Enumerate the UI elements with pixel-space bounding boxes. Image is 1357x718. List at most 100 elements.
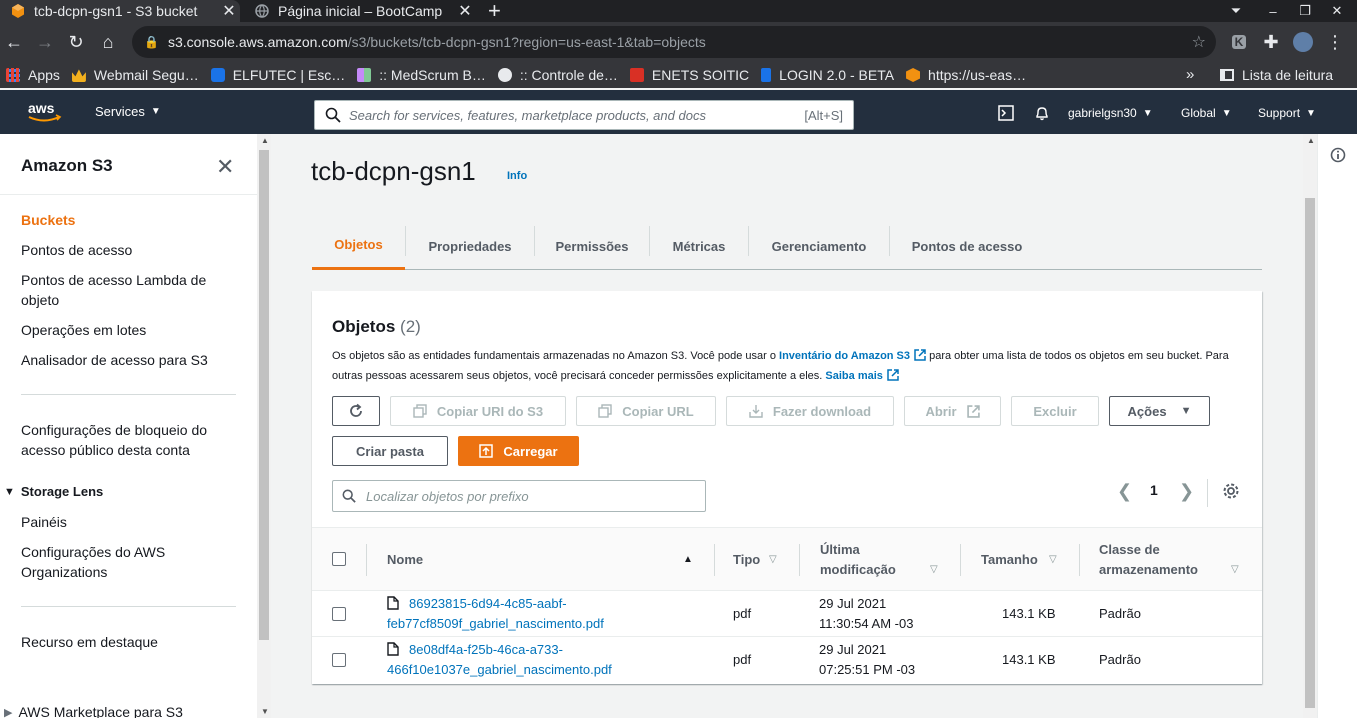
prefix-search-input[interactable]: Localizar objetos por prefixo — [332, 480, 706, 512]
sort-ascending-icon[interactable]: ▲ — [683, 554, 693, 565]
scroll-up-icon[interactable]: ▲ — [261, 136, 269, 145]
back-arrow-icon[interactable]: ← — [2, 30, 26, 54]
bookmark-apps[interactable]: Apps — [6, 67, 60, 83]
sidebar-item-buckets[interactable]: Buckets — [21, 210, 231, 230]
copy-s3-uri-button[interactable]: Copiar URI do S3 — [390, 396, 566, 426]
browser-toolbar: ← → ↻ ⌂ 🔒 s3.console.aws.amazon.com/s3/b… — [0, 22, 1357, 62]
extension-k-icon[interactable]: K — [1227, 30, 1251, 54]
column-size[interactable]: Tamanho — [981, 550, 1038, 570]
object-storage-class: Padrão — [1099, 652, 1141, 667]
bookmark-login[interactable]: LOGIN 2.0 - BETA — [761, 67, 894, 83]
scroll-up-icon[interactable]: ▲ — [1307, 136, 1315, 145]
column-last-modified[interactable]: Última modificação — [820, 540, 896, 580]
inventory-link[interactable]: Inventário do Amazon S3 — [779, 350, 910, 362]
caret-down-icon: ▼ — [1142, 107, 1153, 119]
page-number[interactable]: 1 — [1150, 482, 1158, 498]
scrollbar-thumb[interactable] — [1305, 198, 1315, 708]
sort-icon[interactable]: ▽ — [1049, 554, 1057, 565]
tab-properties[interactable]: Propriedades — [406, 222, 534, 270]
object-name-link[interactable]: 86923815-6d94-4c85-aabf- feb77cf8509f_ga… — [387, 594, 707, 634]
tab-objects[interactable]: Objetos — [312, 222, 405, 270]
profile-dropdown-icon[interactable]: ⏷ — [1221, 0, 1251, 22]
sidebar-item-marketplace[interactable]: ▶ AWS Marketplace para S3 — [4, 704, 183, 718]
maximize-icon[interactable]: ❐ — [1290, 0, 1320, 22]
close-window-icon[interactable]: ✕ — [1322, 0, 1352, 22]
cloudshell-icon[interactable] — [998, 105, 1014, 121]
bookmark-enets[interactable]: ENETS SOITIC — [629, 67, 749, 83]
column-name[interactable]: Nome — [387, 550, 423, 570]
sort-icon[interactable]: ▽ — [1231, 564, 1239, 575]
kebab-menu-icon[interactable]: ⋮ — [1323, 30, 1347, 54]
minimize-icon[interactable]: – — [1258, 0, 1288, 22]
bookmark-webmail[interactable]: Webmail Segu… — [71, 67, 199, 83]
chevron-left-icon[interactable]: ❮ — [1117, 481, 1132, 502]
sidebar-item-block-public-access[interactable]: Configurações de bloqueio do acesso públ… — [21, 420, 231, 460]
info-icon[interactable] — [1330, 147, 1346, 163]
tab-access-points[interactable]: Pontos de acesso — [890, 222, 1044, 270]
scroll-down-icon[interactable]: ▼ — [261, 707, 269, 716]
bookmark-us-east[interactable]: https://us-eas… — [906, 67, 1026, 83]
tab-permissions[interactable]: Permissões — [535, 222, 649, 270]
main-scrollbar[interactable]: ▲ — [1303, 134, 1317, 718]
upload-icon — [479, 444, 494, 458]
select-all-checkbox[interactable] — [332, 552, 346, 566]
sidebar-item-featured[interactable]: Recurso em destaque — [21, 632, 231, 652]
actions-dropdown[interactable]: Ações ▼ — [1109, 396, 1210, 426]
region-menu[interactable]: Global ▼ — [1181, 106, 1232, 120]
aws-search-input[interactable]: Search for services, features, marketpla… — [314, 100, 854, 130]
bookmark-medscrum[interactable]: :: MedScrum B… — [357, 67, 486, 83]
avatar[interactable] — [1291, 30, 1315, 54]
sidebar-item-access-points[interactable]: Pontos de acesso — [21, 240, 231, 260]
address-bar[interactable]: 🔒 s3.console.aws.amazon.com/s3/buckets/t… — [132, 26, 1216, 58]
reload-icon[interactable]: ↻ — [64, 30, 88, 54]
gear-icon[interactable] — [1222, 482, 1240, 500]
sort-icon[interactable]: ▽ — [769, 554, 777, 565]
home-icon[interactable]: ⌂ — [96, 30, 120, 54]
info-link[interactable]: Info — [507, 170, 527, 182]
column-storage-class[interactable]: Classe de armazenamento — [1099, 540, 1198, 580]
delete-button[interactable]: Excluir — [1011, 396, 1099, 426]
row-checkbox[interactable] — [332, 607, 346, 621]
column-type[interactable]: Tipo — [733, 550, 760, 570]
sidebar-item-dashboards[interactable]: Painéis — [21, 512, 231, 532]
reading-list-button[interactable]: Lista de leitura — [1220, 62, 1333, 88]
bell-icon[interactable] — [1034, 105, 1050, 121]
extensions-puzzle-icon[interactable]: ✚ — [1259, 30, 1283, 54]
services-menu[interactable]: Services ▼ — [95, 104, 161, 119]
upload-button[interactable]: Carregar — [458, 436, 579, 466]
close-icon[interactable]: ✕ — [216, 154, 234, 180]
refresh-button[interactable] — [332, 396, 380, 426]
sidebar-scrollbar[interactable]: ▲ ▼ — [257, 134, 271, 718]
sort-icon[interactable]: ▽ — [930, 564, 938, 575]
tab-management[interactable]: Gerenciamento — [749, 222, 889, 270]
user-menu[interactable]: gabrielgsn30 ▼ — [1068, 106, 1153, 120]
chevron-right-icon[interactable]: ❯ — [1179, 481, 1194, 502]
bookmark-star-icon[interactable]: ☆ — [1192, 32, 1206, 52]
sidebar-section-storage-lens[interactable]: ▼ Storage Lens — [4, 484, 103, 499]
bookmark-controle[interactable]: :: Controle de… — [497, 67, 618, 83]
tab-metrics[interactable]: Métricas — [650, 222, 748, 270]
tab-title: tcb-dcpn-gsn1 - S3 bucket — [34, 3, 198, 19]
object-name-link[interactable]: 8e08df4a-f25b-46ca-a733- 466f10e1037e_ga… — [387, 640, 707, 680]
close-tab-icon[interactable]: ✕ — [218, 1, 240, 21]
scrollbar-thumb[interactable] — [259, 150, 269, 640]
sidebar-item-lambda-access-points[interactable]: Pontos de acesso Lambda de objeto — [21, 270, 231, 310]
support-menu[interactable]: Support ▼ — [1258, 106, 1316, 120]
aws-logo[interactable]: aws — [27, 100, 63, 124]
sidebar-item-batch-operations[interactable]: Operações em lotes — [21, 320, 231, 340]
close-tab-icon[interactable]: ✕ — [454, 1, 476, 21]
learn-more-link[interactable]: Saiba mais — [825, 370, 882, 382]
row-checkbox[interactable] — [332, 653, 346, 667]
bookmarks-more-button[interactable]: » — [1186, 62, 1194, 88]
open-button[interactable]: Abrir — [904, 396, 1001, 426]
copy-url-button[interactable]: Copiar URL — [576, 396, 716, 426]
tab-s3-bucket[interactable]: tcb-dcpn-gsn1 - S3 bucket ✕ — [0, 0, 240, 22]
sidebar-item-access-analyzer[interactable]: Analisador de acesso para S3 — [21, 350, 231, 370]
forward-arrow-icon[interactable]: → — [33, 30, 57, 54]
download-button[interactable]: Fazer download — [726, 396, 894, 426]
tab-bootcamp[interactable]: Página inicial – BootCamp ✕ — [244, 0, 476, 22]
sidebar-item-aws-organizations[interactable]: Configurações do AWS Organizations — [21, 542, 231, 582]
bookmark-elfutec[interactable]: ELFUTEC | Esc… — [210, 67, 345, 83]
create-folder-button[interactable]: Criar pasta — [332, 436, 448, 466]
new-tab-plus-icon[interactable]: + — [488, 0, 501, 24]
